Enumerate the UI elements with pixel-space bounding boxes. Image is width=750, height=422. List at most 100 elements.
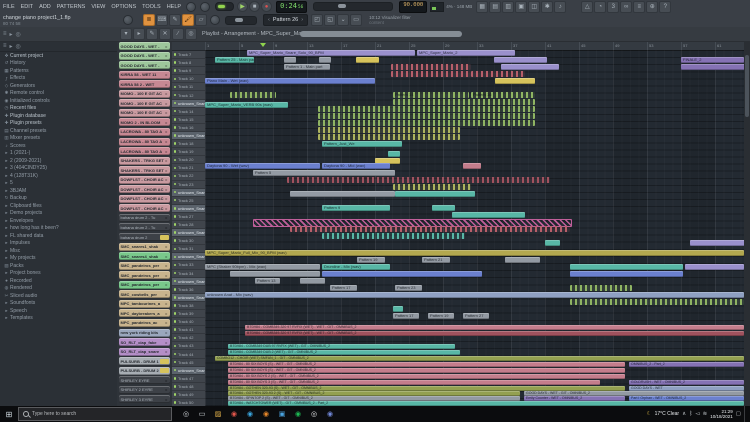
taskbar-search[interactable]: Type here to search [18,407,172,421]
browser-item-my-projects[interactable]: ▸My projects [0,255,117,263]
playlist-clip[interactable]: OMNIBUS_2 - Part_2 [629,362,744,367]
playlist-clip[interactable] [318,127,460,133]
network-icon[interactable]: ≋ [703,411,708,417]
track-header-track-40[interactable]: Track 40 [172,318,205,326]
zoom-tool-icon[interactable]: ◎ [185,28,197,40]
playlist-clip[interactable] [356,57,379,63]
track-mute-led[interactable] [174,175,177,178]
browser-item-1-2021-[interactable]: ▸1 (2021-) [0,150,117,158]
playlist-clip[interactable] [318,106,396,112]
record-button[interactable]: ● [261,1,272,12]
pattern-selector[interactable]: ‹ Pattern 26 › [263,14,308,26]
countdown-icon[interactable]: 3 [607,1,619,13]
pattern-minus[interactable]: ‹ [268,17,270,23]
playlist-clip[interactable] [570,299,744,305]
menu-file[interactable]: FILE [0,4,18,10]
picker-clip[interactable]: KIRRA 58 - WET 11▸ [119,71,170,79]
menu-edit[interactable]: EDIT [18,4,37,10]
pattern-plus[interactable]: › [301,17,303,23]
browser-item-3-404cindy25-[interactable]: ▸3 (404CINDY25) [0,165,117,173]
playlist-clip[interactable] [471,71,525,77]
browser-item-history[interactable]: ↺History [0,60,117,68]
browser-item-templates[interactable]: ▸Templates [0,315,117,323]
track-header-track-34[interactable]: Track 34 [172,270,205,278]
browser-collapse-icon[interactable]: ▸ [10,31,13,38]
playlist-clip[interactable]: COMBO12 - CHOIR (WET) SMFAN_1 - GIT - OM… [215,356,744,361]
playlist-clip[interactable]: Pattern 1 - Main part [284,64,330,70]
track-header-track-25[interactable]: Track 25 [172,197,205,205]
playlist-clip[interactable]: BTD984 - 80 SIX BOYS 3 (S) - WET - GIT -… [228,380,600,385]
metronome-icon[interactable]: △ [581,1,593,13]
playlist-clip[interactable]: Pattern 19 [428,313,454,319]
playlist-clip[interactable] [393,120,535,126]
menu-help[interactable]: HELP [164,4,184,10]
track-mute-led[interactable] [174,199,177,202]
track-header-track-14[interactable]: Track 14 [172,108,205,116]
picker-clip[interactable]: SHIRLEY EYRE▸ [119,376,170,384]
picker-clip[interactable]: MOMO - 100 E GIT AC▸ [119,90,170,98]
track-header-unknown-snare17[interactable]: unknown_Snare17 [172,294,205,302]
track-header-track-41[interactable]: Track 41 [172,326,205,334]
picker-clip[interactable]: SHIRLEY 2 EYRE▸ [119,386,170,394]
track-header-track-23[interactable]: Track 23 [172,181,205,189]
track-mute-led[interactable] [174,288,177,291]
playlist-vertical-scrollbar[interactable] [744,41,750,406]
track-header-unknown-snare15[interactable]: unknown_Snare15 [172,253,205,261]
playlist-clip[interactable]: MPC_Super_Mario_VERB 90s (wav) [205,102,288,108]
playlist-clip[interactable] [685,264,744,270]
help-icon[interactable]: ? [659,1,671,13]
playlist-clip[interactable]: BTD984 - 80 SIX BOYS 2 (S) - WET - GIT -… [228,374,625,379]
menu-tools[interactable]: TOOLS [139,4,164,10]
track-mute-led[interactable] [174,353,177,356]
browser-item-recent-files[interactable]: ◷Recent files [0,105,117,113]
playhead-marker[interactable] [260,43,266,47]
picker-clip[interactable]: PULSURB - DRUM 1 [119,357,170,365]
playlist-clip[interactable]: MPC_Super_Mario_Full_Mix_90_BPM (wav) [205,250,744,256]
track-mute-led[interactable] [174,272,177,275]
playlist-clip[interactable] [391,64,471,70]
pattern-song-switch[interactable] [215,2,234,11]
playlist-clip[interactable] [393,113,535,119]
spotify-icon[interactable]: ◉ [290,407,306,421]
browser-item-rendered[interactable]: ◍Rendered [0,285,117,293]
picker-clip[interactable]: bahana drum 2 - Tu▸ [119,223,170,231]
track-mute-led[interactable] [174,118,177,121]
track-header-track-9[interactable]: Track 9 [172,67,205,75]
playlist-clip[interactable] [690,240,744,246]
track-header-track-44[interactable]: Track 44 [172,350,205,358]
picker-clip[interactable]: SMC_snares4_shak▸ [119,252,170,260]
browser-search-icon[interactable]: ◎ [16,31,21,38]
track-header-track-31[interactable]: Track 31 [172,245,205,253]
track-header-track-8[interactable]: Track 8 [172,59,205,67]
track-mute-led[interactable] [174,256,177,259]
track-mute-led[interactable] [174,296,177,299]
taskbar-clock[interactable]: 21:29 10/18/2021 [710,409,733,420]
track-mute-led[interactable] [174,142,177,145]
start-button[interactable]: ⊞ [0,410,18,419]
track-mute-led[interactable] [174,134,177,137]
browser-item-backup[interactable]: ↻Backup [0,195,117,203]
weather-widget[interactable]: 17°C Clear [655,411,680,417]
picker-clip[interactable]: SMC_pandeiros_per▸ [119,271,170,279]
playlist-clip[interactable] [388,151,400,157]
brush-button[interactable]: 🖌 [182,14,194,26]
playlist-clip[interactable]: Pattern 9 [322,205,390,211]
picker-clip[interactable]: PULSURB - DRUM 2 [119,367,170,375]
playlist-clip[interactable]: Pattern 25 - Main part [215,57,254,63]
track-mute-led[interactable] [174,280,177,283]
picker-clip[interactable]: MOMO 2 - IN BLOOM▸ [119,118,170,126]
track-header-track-33[interactable]: Track 33 [172,261,205,269]
picker-clip[interactable]: MOMO - 100 E GIT AC▸ [119,99,170,107]
playlist-horizontal-scrollbar[interactable] [300,31,462,37]
track-header-track-22[interactable]: Track 22 [172,172,205,180]
stamp-icon[interactable]: ▭ [350,14,362,26]
snap-icon[interactable]: ⌄ [337,14,349,26]
mixer-icon[interactable]: ▥ [502,1,514,13]
track-mute-led[interactable] [174,264,177,267]
picker-clip[interactable]: GOOD DAYS - WET -▸ [119,61,170,69]
track-header-unknown-snare16[interactable]: unknown_Snare16 [172,278,205,286]
typing-keyboard-button[interactable]: ⌨ [156,14,168,26]
track-mute-led[interactable] [174,167,177,170]
stop-button[interactable]: ■ [249,1,260,12]
playlist-clip[interactable] [545,240,560,246]
